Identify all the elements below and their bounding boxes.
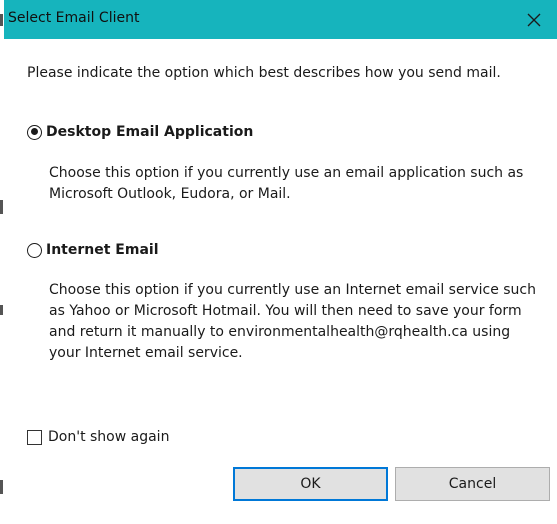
radio-button-desktop[interactable] (27, 124, 42, 140)
radio-button-internet[interactable] (27, 242, 42, 258)
close-icon (527, 13, 541, 26)
dont-show-again-label: Don't show again (48, 429, 170, 445)
select-email-client-dialog: Select Email Client Please indicate the … (0, 0, 557, 524)
close-button[interactable] (511, 0, 557, 39)
cancel-button[interactable]: Cancel (395, 467, 550, 501)
title-bar[interactable]: Select Email Client (0, 0, 557, 39)
ok-button[interactable]: OK (233, 467, 388, 501)
window-title: Select Email Client (8, 10, 140, 26)
intro-text: Please indicate the option which best de… (27, 65, 501, 81)
dont-show-again-checkbox[interactable] (27, 429, 42, 445)
internet-option-description: Choose this option if you currently use … (49, 282, 536, 361)
desktop-option-description: Choose this option if you currently use … (49, 165, 524, 202)
dialog-content: Please indicate the option which best de… (0, 39, 557, 524)
dont-show-again-row[interactable]: Don't show again (27, 429, 169, 445)
radio-internet-email[interactable]: Internet Email (27, 242, 159, 258)
radio-label-desktop: Desktop Email Application (46, 124, 254, 140)
radio-desktop-email[interactable]: Desktop Email Application (27, 124, 253, 140)
radio-label-internet: Internet Email (46, 242, 159, 258)
